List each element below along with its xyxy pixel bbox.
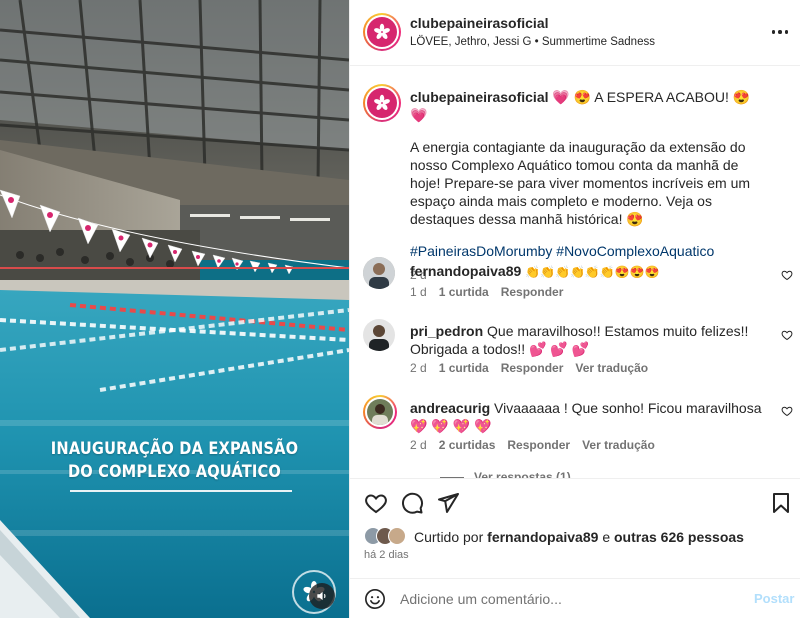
add-comment-bar: Postar xyxy=(350,578,800,618)
comment-body: fernandopaiva89 👏👏👏👏👏👏😍😍😍 xyxy=(410,262,770,281)
bookmark-icon[interactable] xyxy=(769,491,793,515)
volume-button[interactable] xyxy=(309,583,335,609)
likes-summary: Curtido por fernandopaiva89 e outras 626… xyxy=(364,527,744,547)
comments-list[interactable]: clubepaineirasoficial 💗 😍 A ESPERA ACABO… xyxy=(350,66,800,478)
author-username[interactable]: clubepaineirasoficial xyxy=(410,15,549,31)
comment-username[interactable]: andreacurig xyxy=(410,400,490,416)
comment-likes[interactable]: 2 curtidas xyxy=(439,438,496,452)
post-time[interactable]: há 2 dias xyxy=(364,549,409,561)
comment-time[interactable]: 1 d xyxy=(410,285,427,299)
caption-hashtags[interactable]: #PaineirasDoMorumby #NovoComplexoAquatic… xyxy=(410,242,770,260)
likes-others[interactable]: outras 626 pessoas xyxy=(614,529,744,545)
reply-button[interactable]: Responder xyxy=(507,438,570,452)
overlay-line-1: INAUGURAÇÃO DA EXPANSÃO xyxy=(50,439,299,459)
comment-likes[interactable]: 1 curtida xyxy=(439,285,489,299)
commenter-avatar[interactable] xyxy=(363,395,397,429)
liker-avatar xyxy=(388,527,406,545)
share-icon[interactable] xyxy=(436,491,460,515)
comment-body: andreacurig Vivaaaaaa ! Que sonho! Ficou… xyxy=(410,399,770,435)
comment-input[interactable] xyxy=(400,585,730,613)
comment-time[interactable]: 2 d xyxy=(410,438,427,452)
translate-button[interactable]: Ver tradução xyxy=(575,361,648,375)
post-media[interactable]: INAUGURAÇÃO DA EXPANSÃO DO COMPLEXO AQUÁ… xyxy=(0,0,349,618)
comment-username[interactable]: fernandopaiva89 xyxy=(410,263,521,279)
comment-meta: 2 d 1 curtida Responder Ver tradução xyxy=(410,361,648,375)
pool-photo xyxy=(0,0,349,618)
translate-button[interactable]: Ver tradução xyxy=(582,438,655,452)
comment-text: 👏👏👏👏👏👏😍😍😍 xyxy=(525,265,660,279)
post-header: clubepaineirasoficial LÖVEE, Jethro, Jes… xyxy=(350,0,800,66)
more-icon xyxy=(771,30,776,34)
overlay-divider xyxy=(70,490,292,492)
caption-headline-line: clubepaineirasoficial 💗 😍 A ESPERA ACABO… xyxy=(410,88,770,124)
emoji-icon[interactable] xyxy=(364,588,386,610)
user-photo xyxy=(363,257,395,289)
author-avatar[interactable] xyxy=(363,13,401,51)
caption-body: clubepaineirasoficial 💗 😍 A ESPERA ACABO… xyxy=(410,88,770,284)
comment-likes[interactable]: 1 curtida xyxy=(439,361,489,375)
more-options-button[interactable] xyxy=(768,22,792,42)
likes-prefix: Curtido por xyxy=(414,529,484,545)
post-sidebar: clubepaineirasoficial LÖVEE, Jethro, Jes… xyxy=(349,0,800,618)
flower-logo-icon xyxy=(374,94,390,110)
instagram-post: INAUGURAÇÃO DA EXPANSÃO DO COMPLEXO AQUÁ… xyxy=(0,0,800,618)
comment-meta: 2 d 2 curtidas Responder Ver tradução xyxy=(410,438,655,452)
like-comment-heart-icon[interactable] xyxy=(781,329,793,341)
commenter-avatar[interactable] xyxy=(363,257,395,289)
user-photo xyxy=(363,319,395,351)
comment-time[interactable]: 2 d xyxy=(410,361,427,375)
heart-icon[interactable] xyxy=(364,491,388,515)
likes-user[interactable]: fernandopaiva89 xyxy=(487,529,598,545)
like-comment-heart-icon[interactable] xyxy=(781,269,793,281)
caption-avatar[interactable] xyxy=(363,84,401,122)
action-bar xyxy=(350,478,800,524)
like-comment-heart-icon[interactable] xyxy=(781,405,793,417)
view-replies-label: Ver respostas (1) xyxy=(474,470,571,478)
audio-track[interactable]: LÖVEE, Jethro, Jessi G • Summertime Sadn… xyxy=(410,36,655,48)
view-replies-button[interactable]: Ver respostas (1) xyxy=(440,470,571,478)
user-photo xyxy=(367,399,393,425)
flower-logo-icon xyxy=(374,23,390,39)
comment-meta: 1 d 1 curtida Responder xyxy=(410,285,563,299)
comment-body: pri_pedron Que maravilhoso!! Estamos mui… xyxy=(410,322,770,358)
likes-joiner: e xyxy=(602,529,611,545)
caption-text: A energia contagiante da inauguração da … xyxy=(410,139,751,227)
commenter-avatar[interactable] xyxy=(363,319,395,351)
volume-icon xyxy=(317,591,326,601)
liker-avatars[interactable] xyxy=(364,527,412,547)
reply-button[interactable]: Responder xyxy=(501,285,564,299)
comment-username[interactable]: pri_pedron xyxy=(410,323,483,339)
overlay-line-2: DO COMPLEXO AQUÁTICO xyxy=(67,462,282,482)
reply-button[interactable]: Responder xyxy=(501,361,564,375)
comment-icon[interactable] xyxy=(400,491,424,515)
media-overlay-title: INAUGURAÇÃO DA EXPANSÃO DO COMPLEXO AQUÁ… xyxy=(24,438,324,484)
post-comment-button[interactable]: Postar xyxy=(754,591,794,606)
caption-username[interactable]: clubepaineirasoficial xyxy=(410,89,549,105)
